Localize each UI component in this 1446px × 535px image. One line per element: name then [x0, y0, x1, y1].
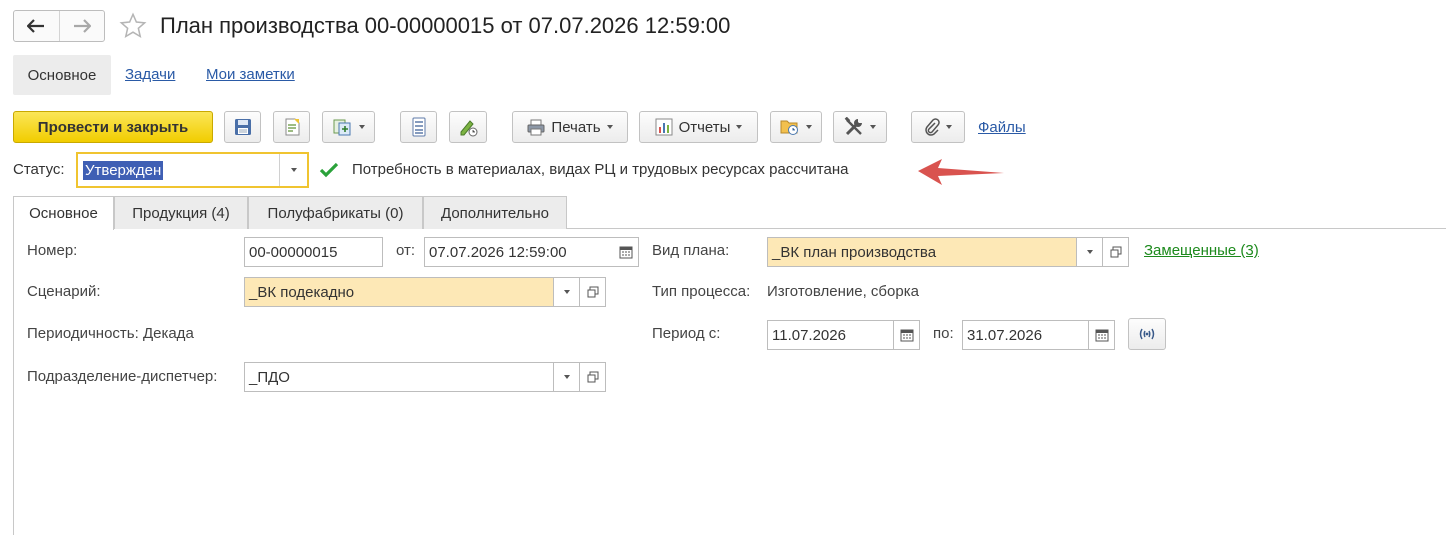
dropdown-caret-icon: [563, 375, 570, 379]
period-to-calendar-button[interactable]: [1089, 320, 1115, 350]
check-icon: [319, 161, 339, 183]
dropdown-caret-icon: [946, 125, 952, 129]
open-form-icon: [587, 286, 598, 298]
form-nav-tasks[interactable]: Задачи: [125, 55, 175, 95]
reports-button-label: Отчеты: [678, 118, 731, 136]
document-date-field[interactable]: 07.07.2026 12:59:00: [424, 237, 614, 267]
calendar-icon: [619, 246, 632, 259]
calendar-icon: [900, 329, 913, 342]
annotation-arrow-icon: [916, 157, 1006, 191]
calendar-icon: [1095, 329, 1108, 342]
reports-button[interactable]: Отчеты: [639, 111, 758, 143]
plan-type-open-button[interactable]: [1103, 237, 1129, 267]
edit-history-button[interactable]: [449, 111, 487, 143]
reports-chart-icon: [655, 118, 673, 136]
form-nav-my-notes[interactable]: Мои заметки: [206, 55, 295, 95]
open-form-icon: [1110, 246, 1121, 258]
process-type-value: Изготовление, сборка: [767, 283, 919, 300]
period-select-button[interactable]: [1128, 318, 1166, 350]
status-dropdown-button[interactable]: [279, 154, 307, 186]
status-select[interactable]: Утвержден: [76, 152, 309, 188]
scenario-label: Сценарий:: [27, 283, 101, 300]
calculation-status-message: Потребность в материалах, видах РЦ и тру…: [352, 161, 849, 178]
dropdown-caret-icon: [358, 125, 365, 129]
star-icon: [119, 12, 147, 39]
dropdown-caret-icon: [1086, 250, 1093, 254]
post-and-close-button[interactable]: Провести и закрыть: [13, 111, 213, 143]
arrow-right-icon: [73, 19, 91, 33]
content-border: [13, 228, 14, 535]
number-field[interactable]: 00-00000015: [244, 237, 383, 267]
document-date-calendar-button[interactable]: [613, 237, 639, 267]
status-value: Утвержден: [83, 161, 164, 180]
dispatcher-dropdown-button[interactable]: [554, 362, 580, 392]
dispatcher-field[interactable]: _ПДО: [244, 362, 554, 392]
number-label: Номер:: [27, 242, 78, 259]
print-button-label: Печать: [551, 118, 601, 136]
period-to-label: по:: [933, 325, 954, 342]
related-documents-button[interactable]: [770, 111, 822, 143]
post-document-icon: [285, 118, 299, 136]
post-button[interactable]: [273, 111, 310, 143]
period-from-calendar-button[interactable]: [894, 320, 920, 350]
paperclip-icon: [925, 118, 940, 136]
forward-button[interactable]: [58, 11, 105, 41]
structure-button[interactable]: [400, 111, 437, 143]
dispatcher-open-button[interactable]: [580, 362, 606, 392]
files-link[interactable]: Файлы: [978, 108, 1026, 148]
pencil-clock-icon: [460, 120, 478, 137]
process-type-label: Тип процесса:: [652, 283, 751, 300]
plan-type-label: Вид плана:: [652, 242, 730, 259]
from-date-label: от:: [396, 242, 416, 259]
period-select-icon: [1139, 328, 1155, 340]
dropdown-caret-icon: [290, 168, 297, 172]
status-label: Статус:: [13, 161, 65, 178]
scenario-dropdown-button[interactable]: [554, 277, 580, 307]
period-to-field[interactable]: 31.07.2026: [962, 320, 1089, 350]
dropdown-caret-icon: [606, 125, 613, 129]
print-button[interactable]: Печать: [512, 111, 628, 143]
form-nav-main[interactable]: Основное: [13, 55, 111, 95]
tab-products[interactable]: Продукция (4): [114, 196, 248, 229]
tab-main[interactable]: Основное: [13, 196, 114, 230]
scenario-open-button[interactable]: [580, 277, 606, 307]
scenario-field[interactable]: _ВК подекадно: [244, 277, 554, 307]
tab-additional[interactable]: Дополнительно: [423, 196, 567, 229]
dispatcher-label: Подразделение-диспетчер:: [27, 368, 218, 385]
favorite-star-button[interactable]: [117, 10, 149, 42]
replaced-plans-link[interactable]: Замещенные (3): [1144, 241, 1259, 261]
create-based-on-button[interactable]: [322, 111, 375, 143]
back-button[interactable]: [14, 11, 59, 41]
floppy-disk-icon: [234, 119, 251, 135]
plan-type-dropdown-button[interactable]: [1077, 237, 1103, 267]
folder-clock-icon: [780, 120, 798, 135]
dropdown-caret-icon: [563, 290, 570, 294]
dropdown-caret-icon: [870, 125, 876, 129]
period-from-field[interactable]: 11.07.2026: [767, 320, 894, 350]
open-form-icon: [587, 371, 598, 383]
period-from-label: Период с:: [652, 325, 721, 342]
settings-tools-button[interactable]: [833, 111, 887, 143]
tab-semi-finished[interactable]: Полуфабрикаты (0): [248, 196, 423, 229]
page-title: План производства 00-00000015 от 07.07.2…: [160, 13, 731, 38]
plan-type-field[interactable]: _ВК план производства: [767, 237, 1077, 267]
tools-icon: [844, 117, 862, 136]
history-nav: [13, 10, 105, 42]
dropdown-caret-icon: [736, 125, 743, 129]
printer-icon: [527, 119, 545, 135]
attach-file-button[interactable]: [911, 111, 965, 143]
save-button[interactable]: [224, 111, 261, 143]
arrow-left-icon: [27, 19, 45, 33]
periodicity-text: Периодичность: Декада: [27, 325, 194, 342]
create-based-icon: [333, 119, 350, 136]
list-structure-icon: [412, 117, 425, 137]
dropdown-caret-icon: [806, 125, 812, 129]
